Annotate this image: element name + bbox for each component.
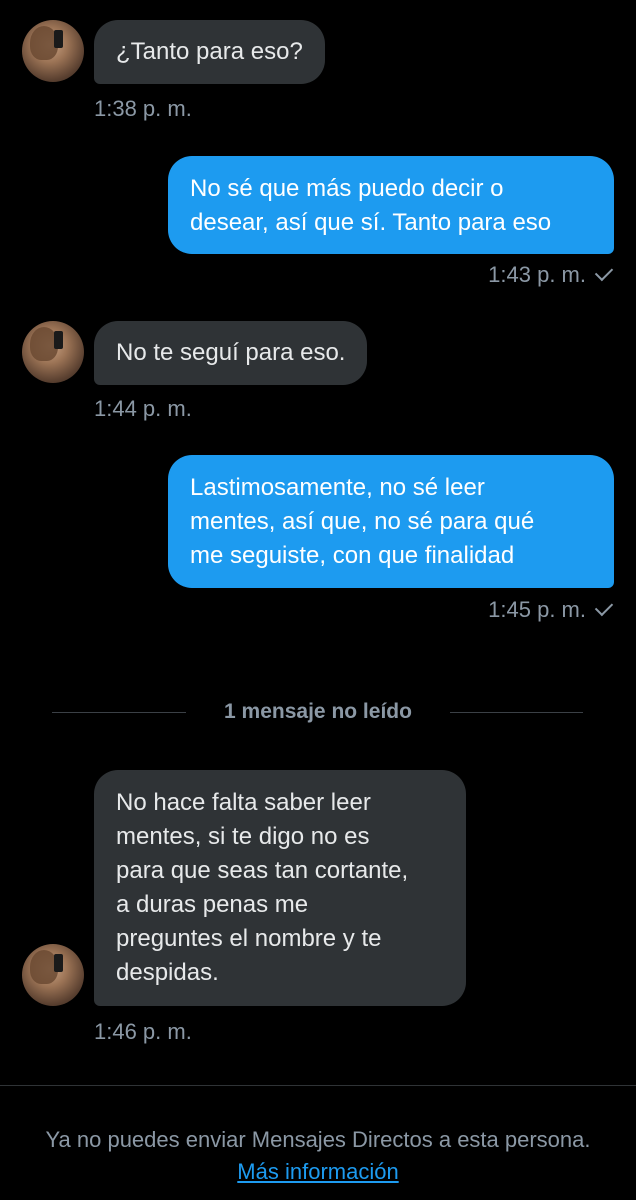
dm-disabled-notice: Ya no puedes enviar Mensajes Directos a … — [30, 1124, 606, 1188]
message-timestamp-row: 1:45 p. m. — [488, 597, 614, 623]
avatar[interactable] — [22, 20, 84, 82]
message-timestamp: 1:46 p. m. — [94, 1019, 192, 1044]
avatar[interactable] — [22, 944, 84, 1006]
sent-check-icon — [594, 262, 614, 282]
message-bubble-incoming[interactable]: No hace falta saber leer mentes, si te d… — [94, 770, 466, 1006]
avatar[interactable] — [22, 321, 84, 383]
dm-disabled-text: Ya no puedes enviar Mensajes Directos a … — [45, 1127, 591, 1152]
sent-check-icon — [594, 597, 614, 617]
message-bubble-outgoing[interactable]: Lastimosamente, no sé leer mentes, así q… — [168, 455, 614, 588]
footer-divider — [0, 1085, 636, 1086]
more-info-link[interactable]: Más información — [237, 1159, 398, 1184]
unread-divider-line-right — [450, 712, 583, 713]
avatar-phone — [54, 331, 63, 349]
message-bubble-outgoing[interactable]: No sé que más puedo decir o desear, así … — [168, 156, 614, 254]
message-timestamp: 1:43 p. m. — [488, 262, 586, 287]
avatar-phone — [54, 30, 63, 48]
avatar-phone — [54, 954, 63, 972]
message-timestamp: 1:38 p. m. — [94, 96, 192, 121]
message-timestamp: 1:44 p. m. — [94, 396, 192, 421]
message-timestamp-row: 1:43 p. m. — [488, 262, 614, 288]
message-bubble-incoming[interactable]: ¿Tanto para eso? — [94, 20, 325, 84]
message-timestamp: 1:45 p. m. — [488, 597, 586, 622]
message-bubble-incoming[interactable]: No te seguí para eso. — [94, 321, 368, 385]
